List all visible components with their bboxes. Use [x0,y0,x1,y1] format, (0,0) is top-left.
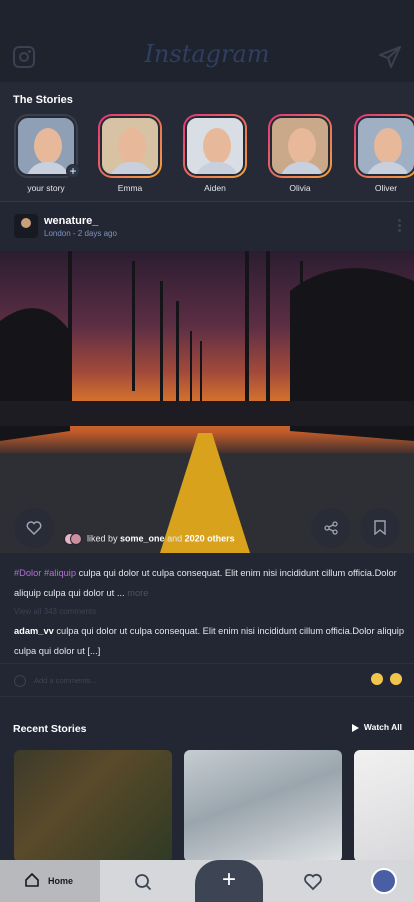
add-story-icon[interactable]: + [66,164,80,178]
story-aiden[interactable]: Aiden [183,114,247,193]
post-author-avatar[interactable] [14,214,38,238]
add-comment-row[interactable]: Add a comments... [0,663,414,697]
stories-title: The Stories [13,94,73,106]
post-location-time: London - 2 days ago [44,229,117,238]
story-emma[interactable]: Emma [98,114,162,193]
post-caption: #Dolor #aliquip culpa qui dolor ut culpa… [14,563,406,603]
stories-section: The Stories + your story Emma Aiden Oliv… [0,82,414,202]
story-olivia[interactable]: Olivia [268,114,332,193]
story-oliver[interactable]: Oliver [354,114,414,193]
recent-story-card-laptop[interactable] [184,750,342,862]
liked-by-user[interactable]: some_one [120,533,165,543]
emoji-smile-icon[interactable] [390,673,402,685]
liked-by-and: and [167,533,183,544]
post-photo[interactable] [0,251,414,553]
save-button[interactable] [360,508,400,548]
story-label: your story [27,183,65,193]
comment-text: culpa qui dolor ut culpa consequat. Elit… [14,626,405,656]
recent-story-card-partial[interactable] [354,750,414,862]
instagram-logo: Instagram [144,40,270,68]
post-username[interactable]: wenature_ [44,215,98,227]
share-icon [324,521,338,535]
top-bar: Instagram [0,0,414,82]
heart-icon [26,521,42,535]
send-icon[interactable] [378,46,402,68]
comment: adam_vv culpa qui dolor ut culpa consequ… [14,621,406,661]
create-post-button[interactable]: + [195,860,263,902]
comment-bubble-icon [14,675,26,687]
watch-all-label: Watch All [363,722,402,732]
post-header: wenature_ London - 2 days ago [0,203,414,251]
share-button[interactable] [311,508,351,548]
home-icon [25,873,39,887]
story-label: Emma [117,183,143,193]
watch-all-link[interactable]: Watch All [351,722,402,732]
heart-icon[interactable] [304,873,322,891]
emoji-sad-icon[interactable] [371,673,383,685]
profile-avatar[interactable] [371,868,397,894]
liked-by-others[interactable]: 2020 others [185,533,235,543]
search-icon[interactable] [134,873,152,891]
add-comment-input[interactable]: Add a comments... [34,676,97,685]
tab-home-label: Home [48,876,74,886]
bottom-tab-bar: Home + [0,860,414,902]
view-all-comments-link[interactable]: View all 343 comments [14,607,96,616]
recent-story-card-leaves[interactable] [14,750,172,862]
play-icon [351,723,359,732]
story-your-story[interactable]: + your story [14,114,80,193]
caption-more-link[interactable]: more [127,588,148,598]
bookmark-icon [374,520,386,535]
recent-stories-title: Recent Stories [13,723,87,735]
liked-by-avatars [64,533,82,545]
story-label: Oliver [374,183,398,193]
story-label: Olivia [289,183,311,193]
tab-home[interactable]: Home [0,860,100,902]
liked-by-row[interactable]: liked by some_one and 2020 others [64,533,235,547]
caption-hashtags[interactable]: #Dolor #aliquip [14,568,76,578]
comment-username[interactable]: adam_vv [14,626,54,636]
like-button[interactable] [14,508,54,548]
liked-by-prefix: liked by [87,533,118,544]
story-label: Aiden [204,183,226,193]
more-options-icon[interactable] [394,217,404,237]
